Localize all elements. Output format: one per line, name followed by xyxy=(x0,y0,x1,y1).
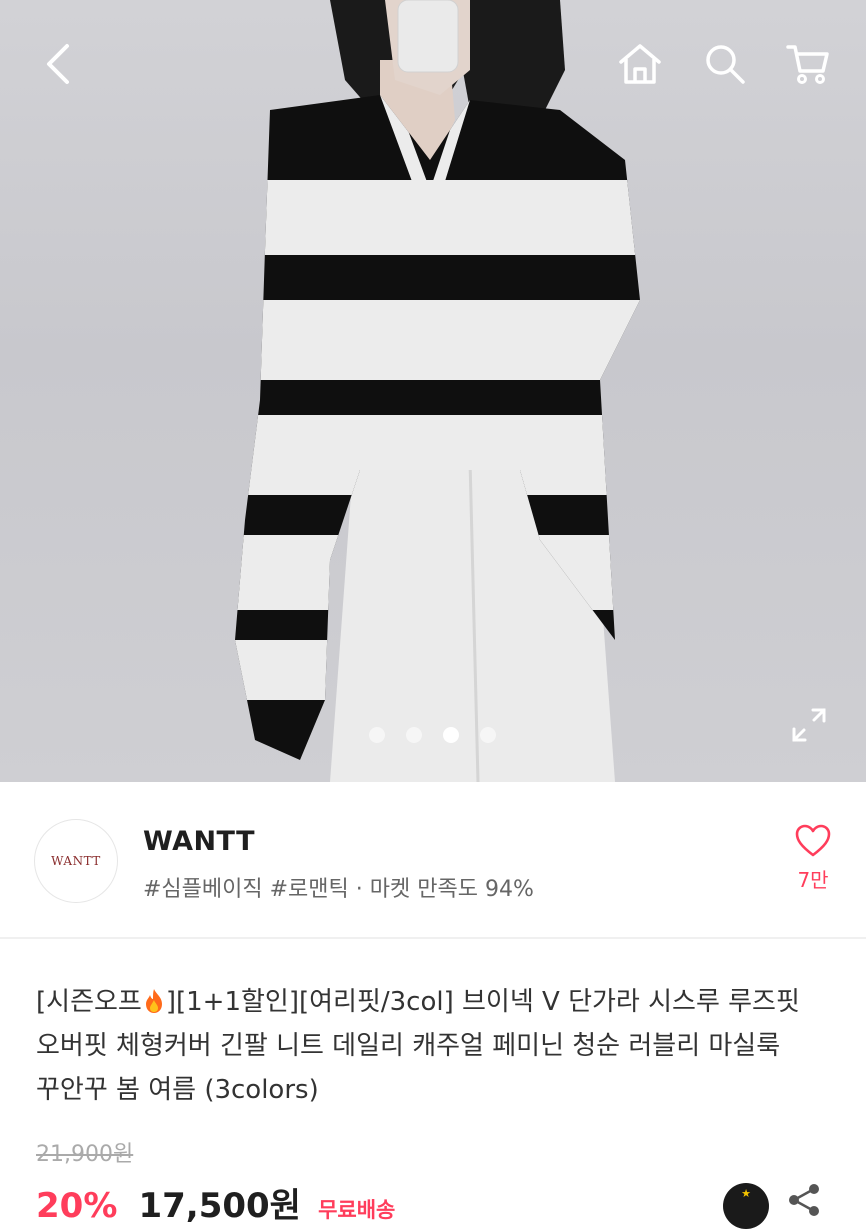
chevron-left-icon xyxy=(47,44,69,84)
store-badge-icon[interactable]: ★ xyxy=(723,1183,769,1229)
share-button[interactable] xyxy=(786,1182,822,1218)
shop-logo-text: WANTT xyxy=(51,854,101,868)
shop-info-row[interactable]: WANTT WANTT #심플베이직 #로맨틱 · 마켓 만족도 94% 7만 xyxy=(0,782,866,937)
pagination-dot[interactable] xyxy=(405,727,422,743)
price-row: 20% 17,500원 무료배송 xyxy=(36,1178,395,1226)
like-count: 7만 xyxy=(797,868,829,892)
search-icon xyxy=(706,45,745,84)
section-divider xyxy=(0,937,866,939)
gallery-pagination xyxy=(0,726,865,744)
product-title: [시즌오프][1+1할인][여리핏/3col] 브이넥 V 단가라 시스루 루즈… xyxy=(36,980,841,1112)
fire-icon xyxy=(145,989,162,1013)
product-image-gallery[interactable] xyxy=(0,0,866,782)
pagination-dot-active[interactable] xyxy=(442,727,459,743)
search-button[interactable] xyxy=(695,34,755,94)
product-title-part1: [시즌오프 xyxy=(36,987,142,1017)
cart-icon xyxy=(786,45,829,84)
product-photo xyxy=(235,0,640,782)
share-icon xyxy=(789,1184,819,1216)
discount-rate: 20% xyxy=(36,1186,118,1226)
expand-image-button[interactable] xyxy=(784,700,834,750)
expand-icon xyxy=(792,708,826,742)
home-button[interactable] xyxy=(610,34,670,94)
shop-logo[interactable]: WANTT xyxy=(34,819,118,903)
pagination-dot[interactable] xyxy=(479,727,496,743)
shop-name[interactable]: WANTT xyxy=(143,826,255,857)
back-button[interactable] xyxy=(28,34,88,94)
shop-tags: #심플베이직 #로맨틱 · 마켓 만족도 94% xyxy=(143,877,534,902)
home-icon xyxy=(619,44,661,84)
heart-icon xyxy=(795,824,831,857)
sale-price: 17,500원 xyxy=(138,1186,301,1226)
cart-button[interactable] xyxy=(778,34,838,94)
pagination-dot[interactable] xyxy=(368,727,385,743)
original-price: 21,900원 xyxy=(36,1142,134,1167)
free-shipping-badge: 무료배송 xyxy=(318,1198,396,1222)
like-shop-button[interactable]: 7만 xyxy=(786,824,840,893)
